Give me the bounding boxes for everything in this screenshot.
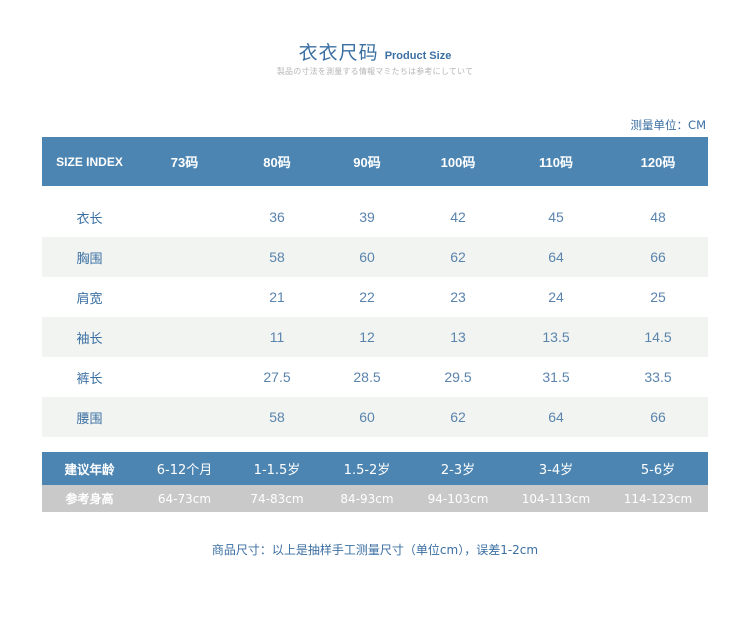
height-row-label: 参考身高 [65, 492, 114, 506]
table-cell: 58 [269, 249, 285, 265]
table-cell: 58 [269, 409, 285, 425]
table-cell: 28.5 [353, 369, 381, 385]
row-label: 裤长 [76, 371, 103, 387]
table-cell: 22 [359, 289, 375, 305]
table-cell: 60 [359, 409, 375, 425]
height-cell: 84-93cm [340, 491, 394, 506]
row-label: 腰围 [76, 411, 103, 427]
page-title: 衣衣尺码 [298, 42, 379, 64]
table-row: 腰围 58 60 62 64 66 [42, 397, 708, 437]
column-header-100: 100码 [440, 155, 476, 170]
table-cell: 60 [359, 249, 375, 265]
table-row: 胸围 58 60 62 64 66 [42, 237, 708, 277]
table-cell: 12 [359, 329, 375, 345]
table-cell: 29.5 [444, 369, 472, 385]
column-header-110: 110码 [539, 155, 573, 170]
table-cell [137, 397, 232, 437]
page-title-english: Product Size [384, 50, 452, 62]
row-label: 胸围 [76, 251, 103, 267]
row-label: 衣长 [76, 211, 103, 227]
age-cell: 2-3岁 [440, 463, 476, 478]
table-spacer [42, 186, 708, 197]
table-cell: 33.5 [644, 369, 672, 385]
table-cell: 14.5 [644, 329, 672, 345]
column-header-73: 73码 [170, 155, 199, 170]
height-cell: 74-83cm [250, 491, 304, 506]
age-cell: 3-4岁 [538, 463, 574, 478]
age-height-table: 建议年龄 6-12个月 1-1.5岁 1.5-2岁 2-3岁 3-4岁 5-6岁… [42, 452, 708, 512]
table-cell: 66 [650, 249, 666, 265]
height-cell: 64-73cm [157, 491, 212, 506]
age-row: 建议年龄 6-12个月 1-1.5岁 1.5-2岁 2-3岁 3-4岁 5-6岁 [42, 452, 708, 485]
table-cell: 24 [548, 289, 564, 305]
column-header-90: 90码 [353, 155, 381, 170]
title-row: 衣衣尺码 Product Size [299, 38, 452, 65]
row-label: 肩宽 [76, 291, 103, 307]
table-cell: 11 [269, 329, 285, 345]
table-cell: 62 [450, 409, 466, 425]
size-table-header: SIZE INDEX 73码 80码 90码 100码 110码 120码 [42, 137, 708, 186]
table-cell: 13 [450, 329, 466, 345]
table-cell: 36 [269, 209, 285, 225]
table-cell: 64 [548, 409, 564, 425]
age-cell: 1-1.5岁 [253, 463, 301, 478]
table-cell: 64 [548, 249, 564, 265]
table-cell [137, 317, 232, 357]
column-header-120: 120码 [640, 155, 676, 170]
table-cell [137, 197, 232, 237]
height-cell: 94-103cm [427, 491, 489, 506]
row-label: 袖长 [76, 331, 103, 347]
table-cell: 27.5 [263, 369, 291, 385]
table-cell: 13.5 [542, 329, 570, 345]
table-cell [137, 277, 232, 317]
age-cell: 1.5-2岁 [343, 463, 391, 478]
size-table: SIZE INDEX 73码 80码 90码 100码 110码 120码 衣长… [42, 137, 708, 437]
table-cell: 39 [359, 209, 375, 225]
table-cell: 66 [650, 409, 666, 425]
age-cell: 5-6岁 [640, 463, 676, 478]
column-header-size-index: SIZE INDEX [56, 154, 123, 169]
table-row: 肩宽 21 22 23 24 25 [42, 277, 708, 317]
table-row: 袖长 11 12 13 13.5 14.5 [42, 317, 708, 357]
table-cell: 45 [548, 209, 564, 225]
table-cell: 25 [650, 289, 666, 305]
table-cell: 48 [650, 209, 666, 225]
measurement-footnote: 商品尺寸：以上是抽样手工测量尺寸（单位cm），误差1-2cm [211, 543, 539, 557]
height-cell: 104-113cm [521, 491, 591, 506]
table-cell: 23 [450, 289, 466, 305]
column-header-80: 80码 [263, 155, 291, 170]
unit-note: 测量单位：CM [630, 118, 706, 132]
height-cell: 114-123cm [623, 491, 693, 506]
table-cell [137, 357, 232, 397]
page-header: 衣衣尺码 Product Size 製品の寸法を測量する情報マミたちは参考にして… [0, 38, 750, 77]
table-cell [137, 237, 232, 277]
height-row: 参考身高 64-73cm 74-83cm 84-93cm 94-103cm 10… [42, 485, 708, 512]
table-cell: 42 [450, 209, 466, 225]
table-row: 裤长 27.5 28.5 29.5 31.5 33.5 [42, 357, 708, 397]
age-cell: 6-12个月 [156, 463, 213, 478]
table-cell: 31.5 [542, 369, 570, 385]
table-row: 衣长 36 39 42 45 48 [42, 197, 708, 237]
age-row-label: 建议年龄 [64, 462, 115, 477]
page-subtitle: 製品の寸法を測量する情報マミたちは参考にしていて [276, 67, 474, 76]
table-cell: 62 [450, 249, 466, 265]
table-cell: 21 [269, 289, 285, 305]
